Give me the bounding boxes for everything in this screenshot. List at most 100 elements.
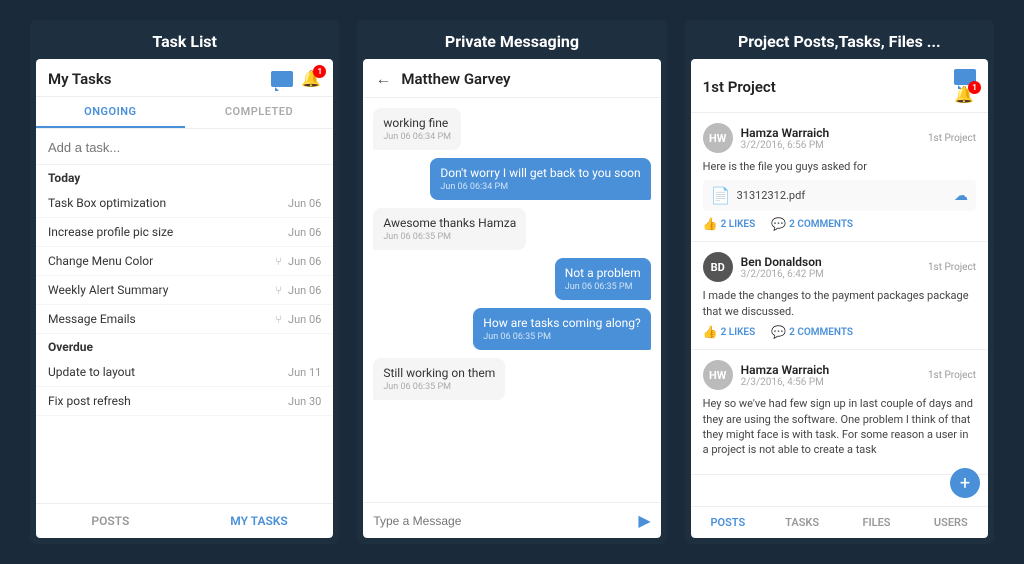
task-name-overdue-1: Fix post refresh (48, 394, 131, 408)
tab-ongoing[interactable]: ONGOING (36, 97, 185, 128)
contact-name: Matthew Garvey (401, 70, 510, 88)
task-row-overdue-1: Fix post refresh Jun 30 (36, 387, 333, 416)
panel-2-header: Private Messaging (357, 20, 666, 59)
tab-completed[interactable]: COMPLETED (185, 97, 334, 128)
msg-text-5: Still working on them (383, 366, 495, 380)
proj-nav-tasks[interactable]: TASKS (765, 507, 839, 538)
task-bottom-nav: POSTS MY TASKS (36, 503, 333, 538)
bell-wrapper: 🔔 1 (301, 69, 321, 88)
task-date-0: Jun 06 (288, 197, 321, 210)
post-tag-1: 1st Project (928, 262, 976, 273)
comments-action-0[interactable]: 💬 2 COMMENTS (771, 217, 853, 231)
comments-label-0: 2 COMMENTS (789, 219, 853, 230)
likes-label-1: 2 LIKES (721, 327, 756, 338)
msg-text-3: Not a problem (565, 266, 641, 280)
comments-action-1[interactable]: 💬 2 COMMENTS (771, 325, 853, 339)
msg-3: Not a problem Jun 06 06:35 PM (555, 258, 651, 300)
file-name-0: 31312312.pdf (737, 189, 948, 202)
proj-bottom-nav: POSTS TASKS FILES USERS (691, 506, 988, 538)
post-tag-2: 1st Project (928, 370, 976, 381)
avatar-2: HW (703, 360, 733, 390)
thumbs-up-icon-0: 👍 (703, 217, 718, 231)
add-task-row (36, 129, 333, 165)
msg-text-0: working fine (383, 116, 451, 130)
proj-scroll: HW Hamza Warraich 3/2/2016, 6:56 PM 1st … (691, 113, 988, 506)
nav-posts[interactable]: POSTS (36, 504, 185, 538)
top-icons: 🔔 1 (271, 69, 321, 88)
post-meta-0: Hamza Warraich 3/2/2016, 6:56 PM (741, 126, 920, 151)
proj-nav-files[interactable]: FILES (839, 507, 913, 538)
task-row-4: Message Emails ⑂ Jun 06 (36, 305, 333, 334)
post-author-1: Ben Donaldson (741, 255, 920, 269)
nav-my-tasks[interactable]: MY TASKS (185, 504, 334, 538)
post-header-2: HW Hamza Warraich 2/3/2016, 4:56 PM 1st … (703, 360, 976, 390)
msg-time-0: Jun 06 06:34 PM (383, 132, 451, 142)
message-input[interactable] (373, 514, 630, 528)
proj-post-1: BD Ben Donaldson 3/2/2016, 6:42 PM 1st P… (691, 242, 988, 350)
post-header-0: HW Hamza Warraich 3/2/2016, 6:56 PM 1st … (703, 123, 976, 153)
post-meta-2: Hamza Warraich 2/3/2016, 4:56 PM (741, 363, 920, 388)
task-date-overdue-1: Jun 30 (288, 395, 321, 408)
proj-bell-wrapper: 🔔 1 (954, 85, 976, 104)
post-body-1: I made the changes to the payment packag… (703, 288, 976, 319)
back-arrow-icon[interactable]: ← (375, 69, 391, 89)
task-name-overdue-0: Update to layout (48, 365, 135, 379)
task-date-overdue-0: Jun 11 (288, 366, 321, 379)
likes-label-0: 2 LIKES (721, 219, 756, 230)
file-icon-0: 📄 (711, 186, 731, 205)
add-task-input[interactable] (48, 140, 321, 155)
panel-messaging: Private Messaging ← Matthew Garvey worki… (357, 20, 666, 544)
panel-1-header: Task List (30, 20, 339, 59)
task-date-2: Jun 06 (288, 255, 321, 268)
branch-icon-2: ⑂ (275, 255, 282, 268)
likes-action-1[interactable]: 👍 2 LIKES (703, 325, 756, 339)
task-row-0: Task Box optimization Jun 06 (36, 189, 333, 218)
post-author-0: Hamza Warraich (741, 126, 920, 140)
comments-label-1: 2 COMMENTS (789, 327, 853, 338)
proj-top-icons: 🔔 1 (954, 69, 976, 104)
task-date-4: Jun 06 (288, 313, 321, 326)
task-name-3: Weekly Alert Summary (48, 283, 168, 297)
msg-time-1: Jun 06 06:34 PM (440, 182, 640, 192)
msg-5: Still working on them Jun 06 06:35 PM (373, 358, 505, 400)
post-header-1: BD Ben Donaldson 3/2/2016, 6:42 PM 1st P… (703, 252, 976, 282)
post-author-2: Hamza Warraich (741, 363, 920, 377)
task-name-1: Increase profile pic size (48, 225, 173, 239)
likes-action-0[interactable]: 👍 2 LIKES (703, 217, 756, 231)
comment-icon-0: 💬 (771, 217, 786, 231)
panel-3-header: Project Posts,Tasks, Files ... (685, 20, 994, 59)
phone-frame-3: 1st Project 🔔 1 HW Ha (691, 59, 988, 538)
my-tasks-title: My Tasks (48, 70, 112, 88)
msg-time-5: Jun 06 06:35 PM (383, 382, 495, 392)
send-button[interactable]: ▶ (638, 511, 650, 530)
post-date-0: 3/2/2016, 6:56 PM (741, 140, 920, 151)
task-row-1: Increase profile pic size Jun 06 (36, 218, 333, 247)
post-date-1: 3/2/2016, 6:42 PM (741, 269, 920, 280)
notification-badge: 1 (313, 65, 326, 78)
proj-nav-users[interactable]: USERS (914, 507, 988, 538)
msg-text-2: Awesome thanks Hamza (383, 216, 516, 230)
msg-1: Don't worry I will get back to you soon … (430, 158, 650, 200)
post-tag-0: 1st Project (928, 133, 976, 144)
msg-time-3: Jun 06 06:35 PM (565, 282, 641, 292)
msg-time-2: Jun 06 06:35 PM (383, 232, 516, 242)
proj-nav-posts[interactable]: POSTS (691, 507, 765, 538)
panel-tasklist: Task List My Tasks 🔔 1 ONGOING COMPLETED (30, 20, 339, 544)
post-body-2: Hey so we've had few sign up in last cou… (703, 396, 976, 458)
proj-post-0: HW Hamza Warraich 3/2/2016, 6:56 PM 1st … (691, 113, 988, 242)
task-row-3: Weekly Alert Summary ⑂ Jun 06 (36, 276, 333, 305)
message-list: working fine Jun 06 06:34 PM Don't worry… (363, 98, 660, 502)
post-actions-1: 👍 2 LIKES 💬 2 COMMENTS (703, 325, 976, 339)
task-tabs: ONGOING COMPLETED (36, 97, 333, 129)
post-date-2: 2/3/2016, 4:56 PM (741, 377, 920, 388)
msg-text-1: Don't worry I will get back to you soon (440, 166, 640, 180)
msg-text-4: How are tasks coming along? (483, 316, 640, 330)
task-name-4: Message Emails (48, 312, 136, 326)
msg-top-bar: ← Matthew Garvey (363, 59, 660, 98)
cloud-icon-0: ☁ (954, 188, 968, 204)
task-row-overdue-0: Update to layout Jun 11 (36, 358, 333, 387)
fab-button[interactable]: + (950, 468, 980, 498)
phone-frame-2: ← Matthew Garvey working fine Jun 06 06:… (363, 59, 660, 538)
task-row-2: Change Menu Color ⑂ Jun 06 (36, 247, 333, 276)
branch-icon-4: ⑂ (275, 313, 282, 326)
